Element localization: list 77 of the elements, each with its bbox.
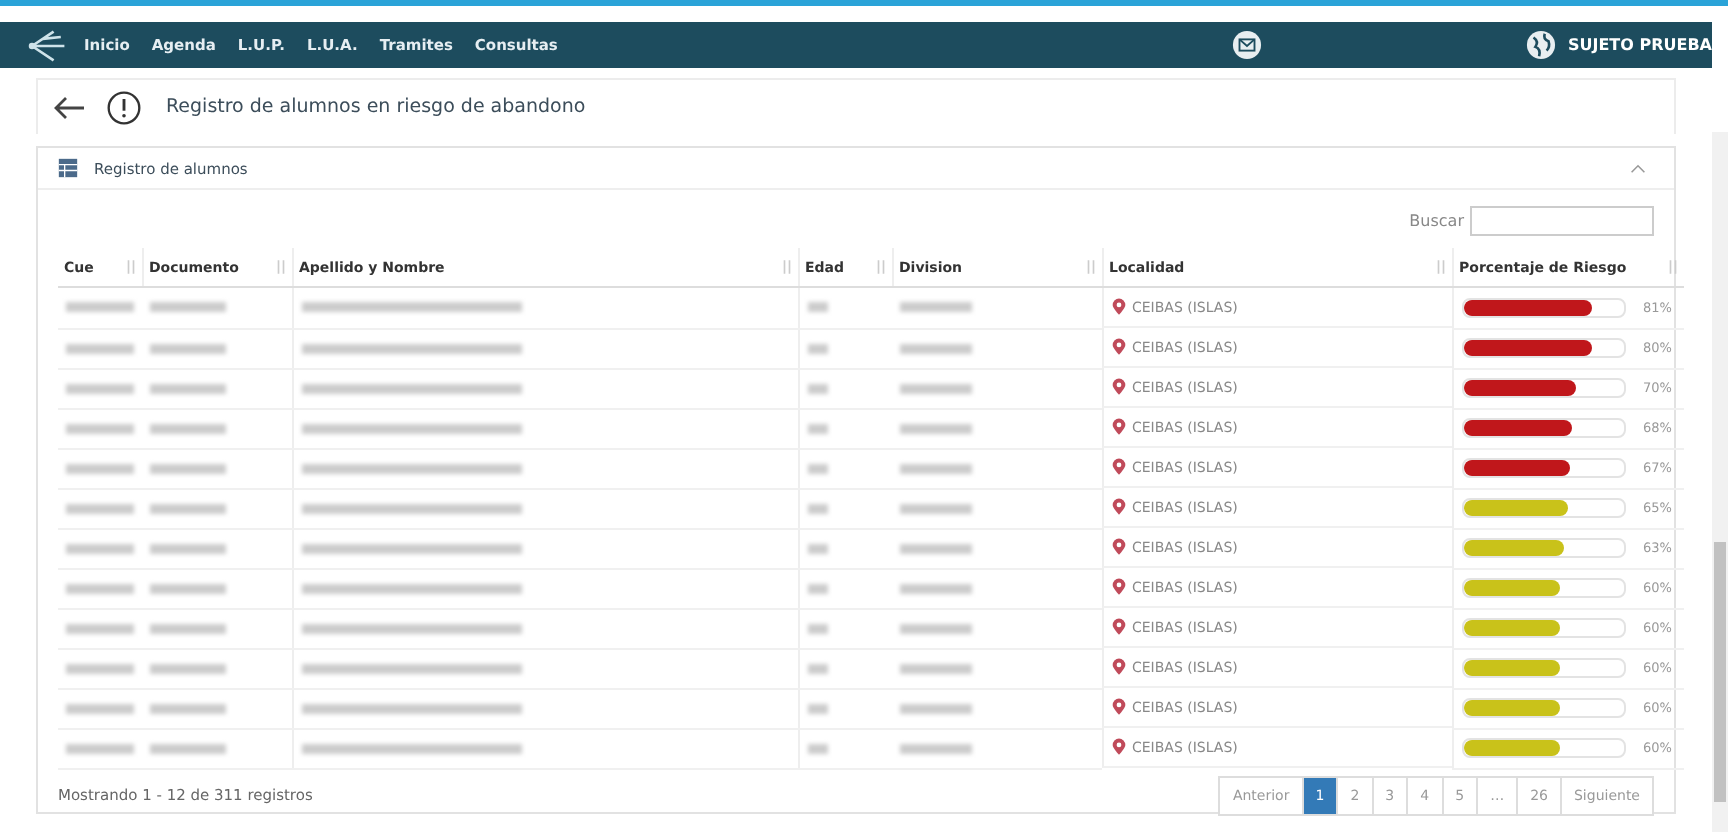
back-arrow-icon[interactable] bbox=[54, 95, 86, 119]
blurred-text bbox=[807, 302, 827, 313]
blurred-text bbox=[150, 543, 226, 554]
location-pin-icon bbox=[1112, 298, 1126, 316]
sort-icon[interactable] bbox=[875, 260, 885, 274]
blurred-text bbox=[66, 543, 134, 554]
blurred-text bbox=[900, 703, 972, 714]
user-name[interactable]: SUJETO PRUEBA bbox=[1567, 36, 1712, 54]
location-pin-icon bbox=[1112, 498, 1126, 516]
mail-icon[interactable] bbox=[1231, 30, 1262, 60]
location-pin-icon bbox=[1112, 698, 1126, 716]
sort-icon[interactable] bbox=[275, 260, 285, 274]
blurred-text bbox=[807, 463, 827, 474]
location-pin-icon bbox=[1112, 578, 1126, 596]
blurred-text bbox=[66, 343, 134, 354]
search-label: Buscar bbox=[1409, 212, 1464, 230]
blurred-text bbox=[807, 703, 827, 714]
blurred-text bbox=[150, 583, 226, 594]
blurred-text bbox=[66, 302, 134, 313]
location-pin-icon bbox=[1112, 618, 1126, 636]
blurred-text bbox=[900, 543, 972, 554]
sort-icon[interactable] bbox=[125, 260, 135, 274]
blurred-text bbox=[150, 463, 226, 474]
table-icon bbox=[58, 158, 78, 178]
blurred-text bbox=[150, 343, 226, 354]
location-pin-icon bbox=[1112, 418, 1126, 436]
sort-icon[interactable] bbox=[1085, 260, 1095, 274]
blurred-text bbox=[807, 543, 827, 554]
blurred-text bbox=[807, 743, 827, 754]
location-pin-icon bbox=[1112, 658, 1126, 676]
location-pin-icon bbox=[1112, 338, 1126, 356]
search-field[interactable] bbox=[1470, 206, 1654, 236]
blurred-text bbox=[66, 663, 134, 674]
blurred-text bbox=[150, 423, 226, 434]
blurred-text bbox=[66, 623, 134, 634]
blurred-text bbox=[150, 623, 226, 634]
blurred-text bbox=[150, 743, 226, 754]
location-pin-icon bbox=[1112, 458, 1126, 476]
blurred-text bbox=[150, 302, 226, 313]
blurred-text bbox=[807, 343, 827, 354]
blurred-text bbox=[807, 583, 827, 594]
blurred-text bbox=[66, 423, 134, 434]
location-pin-icon bbox=[1112, 538, 1126, 556]
location-pin-icon bbox=[1112, 378, 1126, 396]
blurred-text bbox=[807, 663, 827, 674]
blurred-text bbox=[900, 503, 972, 514]
blurred-text bbox=[150, 503, 226, 514]
blurred-text bbox=[900, 583, 972, 594]
blurred-text bbox=[900, 663, 972, 674]
blurred-text bbox=[807, 423, 827, 434]
chevron-up-icon[interactable] bbox=[1630, 163, 1646, 173]
blurred-text bbox=[150, 663, 226, 674]
page-title: Registro de alumnos en riesgo de abandono bbox=[166, 96, 586, 118]
blurred-text bbox=[900, 423, 972, 434]
sort-icon[interactable] bbox=[1435, 260, 1445, 274]
blurred-text bbox=[900, 623, 972, 634]
blurred-text bbox=[66, 703, 134, 714]
blurred-text bbox=[66, 743, 134, 754]
blurred-text bbox=[900, 383, 972, 394]
blurred-text bbox=[900, 302, 972, 313]
alert-icon bbox=[106, 89, 142, 125]
scrollbar[interactable] bbox=[1712, 132, 1728, 832]
blurred-text bbox=[900, 343, 972, 354]
blurred-text bbox=[150, 703, 226, 714]
blurred-text bbox=[66, 583, 134, 594]
sort-icon[interactable] bbox=[1668, 260, 1678, 274]
location-pin-icon bbox=[1112, 738, 1126, 756]
blurred-text bbox=[900, 463, 972, 474]
blurred-text bbox=[807, 383, 827, 394]
sort-icon[interactable] bbox=[781, 260, 791, 274]
blurred-text bbox=[66, 503, 134, 514]
blurred-text bbox=[66, 383, 134, 394]
blurred-text bbox=[66, 463, 134, 474]
blurred-text bbox=[807, 503, 827, 514]
blurred-text bbox=[150, 383, 226, 394]
blurred-text bbox=[900, 743, 972, 754]
blurred-text bbox=[807, 623, 827, 634]
